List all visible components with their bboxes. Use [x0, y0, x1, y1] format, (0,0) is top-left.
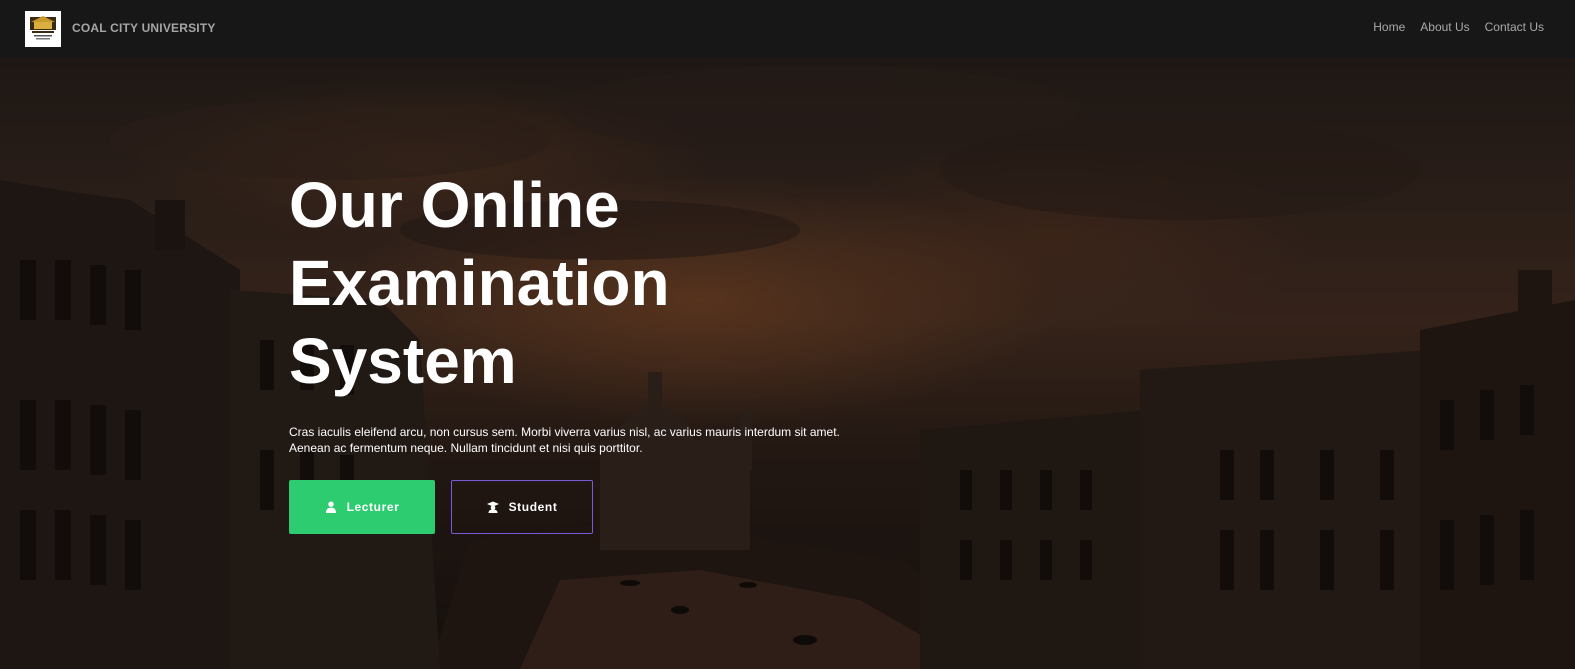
nav-link-home[interactable]: Home	[1373, 20, 1405, 34]
hero-content: Our Online Examination System Cras iacul…	[289, 166, 849, 534]
student-button-label: Student	[508, 500, 558, 514]
hero-title: Our Online Examination System	[289, 166, 809, 400]
university-logo-icon[interactable]	[25, 11, 61, 47]
nav-link-about-us[interactable]: About Us	[1420, 20, 1469, 34]
hero-description-line-2: Aenean ac fermentum neque. Nullam tincid…	[289, 441, 643, 455]
nav-link-contact-us[interactable]: Contact Us	[1485, 20, 1544, 34]
hero-title-line-1: Our Online	[289, 169, 620, 241]
lecturer-button[interactable]: Lecturer	[289, 480, 435, 534]
student-button[interactable]: Student	[451, 480, 593, 534]
lecturer-button-label: Lecturer	[346, 500, 400, 514]
hero-description-line-1: Cras iaculis eleifend arcu, non cursus s…	[289, 425, 840, 439]
hero-title-line-3: System	[289, 325, 517, 397]
top-navbar: COAL CITY UNIVERSITY Home About Us Conta…	[0, 0, 1575, 58]
hero-buttons: Lecturer Student	[289, 480, 849, 534]
nav-links: Home About Us Contact Us	[1373, 20, 1544, 34]
brand-name[interactable]: COAL CITY UNIVERSITY	[72, 21, 216, 35]
hero-description: Cras iaculis eleifend arcu, non cursus s…	[289, 424, 849, 456]
user-icon	[325, 501, 337, 513]
hero-title-line-2: Examination	[289, 247, 670, 319]
page: COAL CITY UNIVERSITY Home About Us Conta…	[0, 0, 1575, 669]
graduate-icon	[486, 501, 499, 513]
